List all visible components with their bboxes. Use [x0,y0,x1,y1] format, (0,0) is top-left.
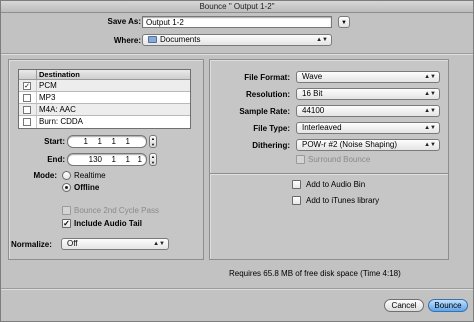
left-panel: Destination ✓ PCM MP3 M4A: AAC Burn: CDD… [8,59,204,260]
start-division[interactable]: 1 [112,136,116,147]
destination-label: M4A: AAC [39,105,76,114]
include-audio-tail-label: Include Audio Tail [74,219,142,228]
destination-checkbox-pcm[interactable]: ✓ [23,82,31,90]
bounce-dialog: Bounce " Output 1-2" Save As: Output 1-2… [0,0,474,322]
bounce-2nd-cycle-label: Bounce 2nd Cycle Pass [74,206,159,215]
sample-rate-value: 44100 [302,106,325,115]
right-panel: File Format: Wave ▲▼ Resolution: 16 Bit … [209,59,449,260]
file-format-popup[interactable]: Wave ▲▼ [296,71,440,83]
start-stepper[interactable]: ▲ ▼ [149,135,157,148]
destination-header-label: Destination [39,70,80,79]
resolution-popup[interactable]: 16 Bit ▲▼ [296,88,440,100]
dithering-value: POW-r #2 (Noise Shaping) [302,140,397,149]
where-popup[interactable]: Documents ▲▼ [142,34,332,46]
bounce-button[interactable]: Bounce [428,299,468,312]
end-division[interactable]: 1 [126,154,130,165]
include-audio-tail-checkbox[interactable]: ✓ [62,219,71,228]
end-label: End: [47,155,65,164]
triangle-down-icon: ▼ [341,20,347,26]
bounce-2nd-cycle-checkbox[interactable] [62,206,71,215]
chevron-updown-icon: ▲▼ [424,108,436,114]
end-stepper[interactable]: ▲ ▼ [149,153,157,166]
destination-label: PCM [39,81,57,90]
disk-space-info: Requires 65.8 MB of free disk space (Tim… [229,269,401,278]
top-separator [1,53,473,54]
destination-table[interactable]: Destination ✓ PCM MP3 M4A: AAC Burn: CDD… [18,69,191,129]
bottom-separator [1,288,473,289]
destination-row[interactable]: MP3 [19,92,190,104]
cancel-button[interactable]: Cancel [384,299,424,312]
file-type-value: Interleaved [302,123,342,132]
sample-rate-label: Sample Rate: [239,107,290,116]
destination-header: Destination [19,70,190,80]
chevron-updown-icon: ▲▼ [424,91,436,97]
realtime-radio[interactable] [62,171,71,180]
folder-icon [148,36,157,44]
start-label: Start: [44,137,65,146]
start-tick[interactable]: 1 [126,136,130,147]
start-bar[interactable]: 1 [84,136,88,147]
normalize-label: Normalize: [11,240,52,249]
file-format-value: Wave [302,72,323,81]
add-to-itunes-label: Add to iTunes library [306,196,380,205]
start-beat[interactable]: 1 [98,136,102,147]
surround-bounce-checkbox[interactable] [296,155,305,164]
chevron-updown-icon: ▲▼ [424,142,436,148]
chevron-updown-icon: ▲▼ [153,241,165,247]
destination-label: MP3 [39,93,56,102]
sample-rate-popup[interactable]: 44100 ▲▼ [296,105,440,117]
realtime-label: Realtime [74,171,106,180]
destination-checkbox-cdda[interactable] [23,118,31,126]
panel-divider [210,173,448,174]
normalize-popup[interactable]: Off ▲▼ [61,238,169,250]
destination-row[interactable]: ✓ PCM [19,80,190,92]
destination-row[interactable]: M4A: AAC [19,104,190,116]
end-position-field[interactable]: 130 1 1 1 [67,153,147,166]
where-value: Documents [160,35,201,44]
end-beat[interactable]: 1 [112,154,116,165]
chevron-updown-icon: ▲▼ [424,74,436,80]
offline-radio[interactable] [62,183,71,192]
normalize-value: Off [67,239,78,248]
start-position-field[interactable]: 1 1 1 1 [67,135,147,148]
chevron-updown-icon: ▲▼ [316,37,328,43]
add-to-audio-bin-label: Add to Audio Bin [306,180,366,189]
mode-label: Mode: [33,171,57,180]
destination-label: Burn: CDDA [39,117,84,126]
destination-checkbox-m4a[interactable] [23,106,31,114]
destination-row[interactable]: Burn: CDDA [19,116,190,128]
offline-label: Offline [74,183,100,192]
file-type-label: File Type: [253,124,290,133]
file-format-label: File Format: [244,73,290,82]
save-as-label: Save As: [107,17,142,26]
dithering-popup[interactable]: POW-r #2 (Noise Shaping) ▲▼ [296,139,440,151]
surround-bounce-label: Surround Bounce [308,155,371,164]
window-title: Bounce " Output 1-2" [1,1,473,13]
chevron-updown-icon: ▲▼ [424,125,436,131]
save-as-field[interactable]: Output 1-2 [142,16,332,28]
expand-save-dialog-button[interactable]: ▼ [338,16,350,28]
destination-checkbox-mp3[interactable] [23,94,31,102]
file-type-popup[interactable]: Interleaved ▲▼ [296,122,440,134]
add-to-audio-bin-checkbox[interactable] [292,180,301,189]
dithering-label: Dithering: [252,141,290,150]
add-to-itunes-checkbox[interactable] [292,196,301,205]
end-tick[interactable]: 1 [138,154,142,165]
resolution-value: 16 Bit [302,89,323,98]
resolution-label: Resolution: [246,90,290,99]
where-label: Where: [113,36,141,45]
end-bar[interactable]: 130 [89,154,102,165]
